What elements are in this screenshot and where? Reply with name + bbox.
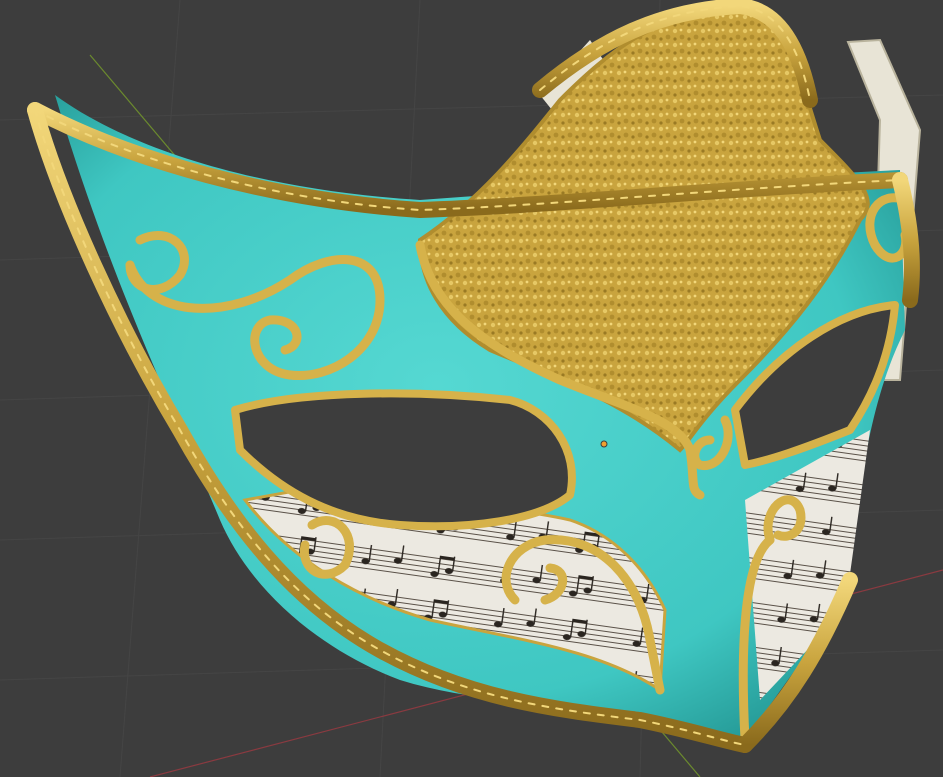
object-origin-dot[interactable] bbox=[600, 440, 608, 448]
3d-viewport[interactable] bbox=[0, 0, 943, 777]
mask-model[interactable] bbox=[27, 0, 922, 753]
